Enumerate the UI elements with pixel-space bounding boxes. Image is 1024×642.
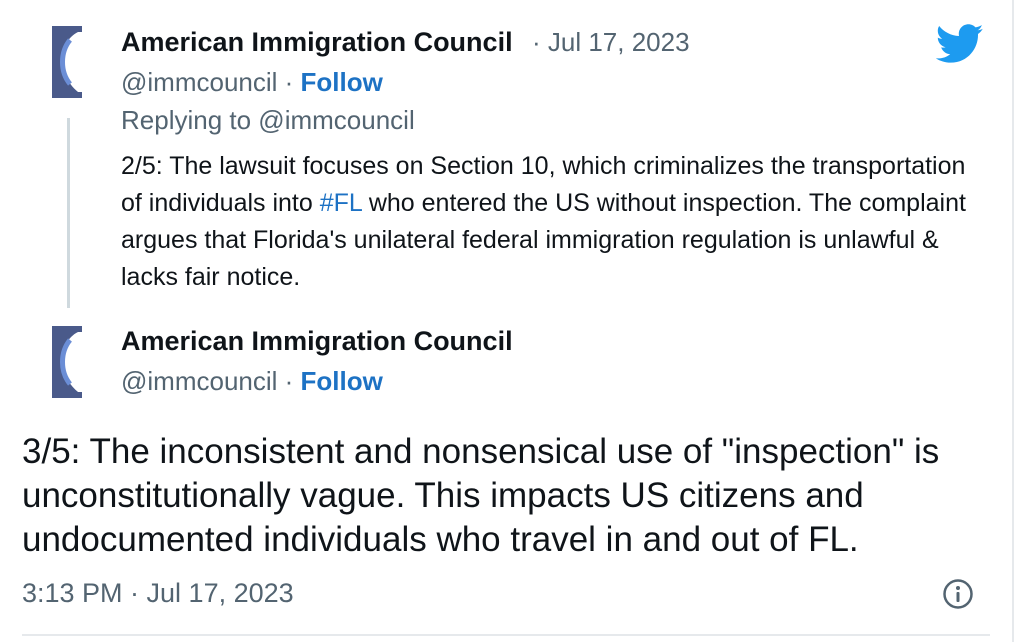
main-tweet-text: 3/5: The inconsistent and nonsensical us… [22, 432, 940, 559]
author-name[interactable]: American Immigration Council [121, 27, 513, 58]
author-handle[interactable]: @immcouncil [121, 67, 277, 97]
replying-to-text[interactable]: Replying to @immcouncil [121, 105, 415, 136]
tweet-card: American Immigration Council · Jul 17, 2… [0, 0, 1014, 642]
thread-connector-line [67, 118, 70, 308]
author-handle-line: @immcouncil · Follow [121, 67, 383, 97]
author-name[interactable]: American Immigration Council [121, 326, 513, 357]
author-handle-line: @immcouncil · Follow [121, 366, 383, 396]
tweet-text: 2/5: The lawsuit focuses on Section 10, … [121, 152, 966, 291]
twitter-bird-icon[interactable] [936, 24, 984, 64]
follow-button[interactable]: Follow [301, 366, 383, 396]
info-icon[interactable] [942, 578, 974, 610]
organization-logo-icon[interactable] [52, 26, 82, 98]
divider [22, 634, 990, 636]
tweet-timestamp[interactable]: 3:13 PM · Jul 17, 2023 [22, 578, 294, 609]
tweet-date[interactable]: · Jul 17, 2023 [532, 27, 690, 58]
follow-button[interactable]: Follow [301, 67, 383, 97]
hashtag-link[interactable]: #FL [320, 189, 362, 217]
author-handle[interactable]: @immcouncil [121, 366, 277, 396]
organization-logo-icon[interactable] [52, 326, 82, 398]
